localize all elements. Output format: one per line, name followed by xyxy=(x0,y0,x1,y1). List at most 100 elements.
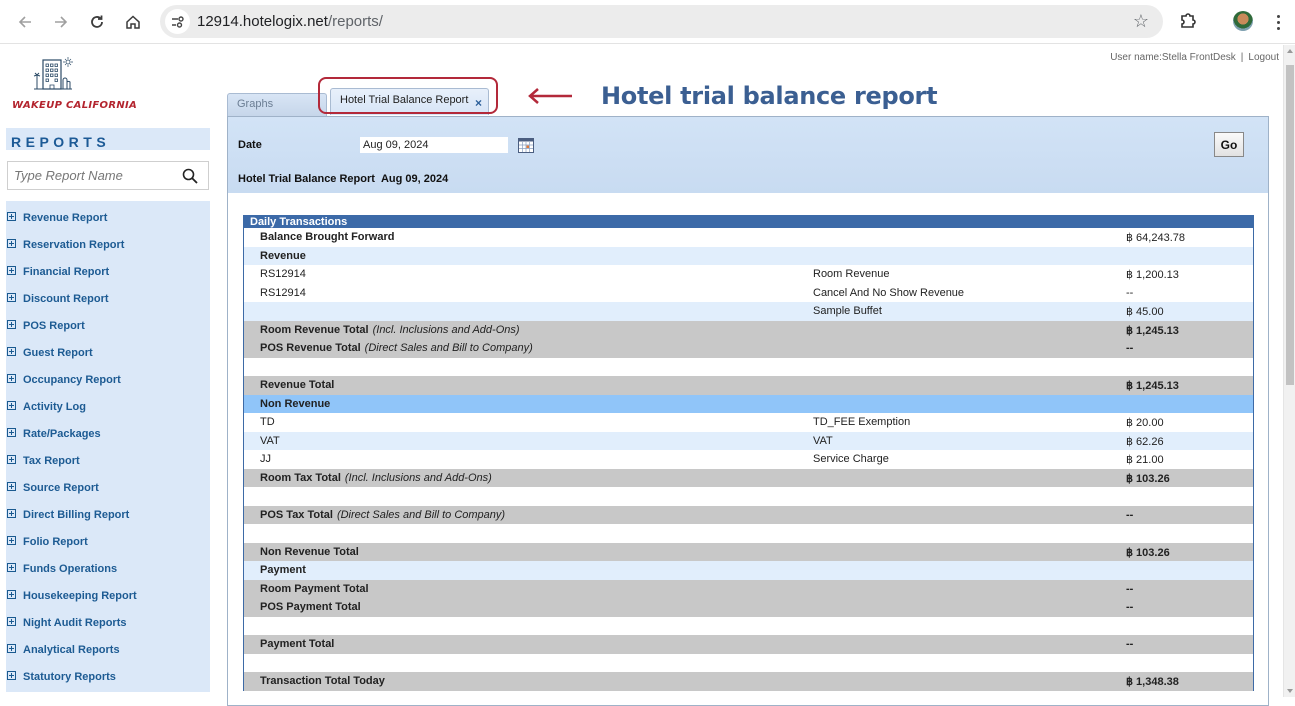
sidebar-item-revenue-report[interactable]: Revenue Report xyxy=(6,204,210,231)
row-label-text: Room Payment Total xyxy=(260,582,369,595)
report-panel: Date Go Hotel Trial Balance Report Aug 09… xyxy=(227,116,1269,706)
user-info: User name:Stella FrontDesk | Logout xyxy=(1110,52,1279,63)
home-button[interactable] xyxy=(121,10,145,34)
report-search-input[interactable] xyxy=(8,162,168,189)
sidebar-item-occupancy-report[interactable]: Occupancy Report xyxy=(6,366,210,393)
table-row: Balance Brought Forward ฿ 64,243.78 xyxy=(244,228,1253,247)
row-label-text: RS12914 xyxy=(260,286,306,299)
sidebar-item-source-report[interactable]: Source Report xyxy=(6,474,210,501)
sidebar-item-rate-packages[interactable]: Rate/Packages xyxy=(6,420,210,447)
scrollbar-thumb[interactable] xyxy=(1286,65,1294,385)
row-description: Room Revenue xyxy=(813,268,890,280)
profile-avatar[interactable] xyxy=(1233,11,1253,31)
table-row: Payment Total -- xyxy=(244,635,1253,654)
row-amount: -- xyxy=(1126,286,1134,299)
row-label: POS Payment Total xyxy=(260,601,361,613)
sidebar-item-discount-report[interactable]: Discount Report xyxy=(6,285,210,312)
sidebar-item-night-audit-reports[interactable]: Night Audit Reports xyxy=(6,609,210,636)
row-amount: ฿ 1,245.13 xyxy=(1126,324,1179,337)
sidebar-item-guest-report[interactable]: Guest Report xyxy=(6,339,210,366)
url-host: 12914.hotelogix.net xyxy=(197,13,328,30)
row-label: Room Revenue Total (Incl. Inclusions and … xyxy=(260,324,520,336)
sidebar-item-statutory-reports[interactable]: Statutory Reports xyxy=(6,663,210,690)
tab-graphs[interactable]: Graphs xyxy=(227,93,327,116)
row-amount: ฿ 103.26 xyxy=(1126,472,1170,485)
home-icon xyxy=(126,15,140,29)
sidebar-item-label: Activity Log xyxy=(23,400,86,413)
extensions-puzzle-icon[interactable] xyxy=(1178,11,1198,31)
expand-plus-icon xyxy=(7,536,16,545)
sidebar-item-label: POS Report xyxy=(23,319,85,332)
scroll-up-icon[interactable] xyxy=(1287,49,1293,53)
row-amount: -- xyxy=(1126,342,1134,354)
site-info-button[interactable] xyxy=(165,9,190,34)
calendar-icon[interactable] xyxy=(518,137,534,153)
row-label-text: POS Payment Total xyxy=(260,601,361,613)
reload-button[interactable] xyxy=(85,10,109,34)
table-row: Room Revenue Total (Incl. Inclusions and … xyxy=(244,320,1253,339)
scroll-down-icon[interactable] xyxy=(1287,689,1293,693)
sidebar-item-financial-report[interactable]: Financial Report xyxy=(6,258,210,285)
row-label: JJ xyxy=(260,453,271,465)
brand-name: WAKEUP CALIFORNIA xyxy=(12,100,138,111)
row-note: (Direct Sales and Bill to Company) xyxy=(364,342,533,354)
sidebar-item-direct-billing-report[interactable]: Direct Billing Report xyxy=(6,501,210,528)
row-label-text: Non Revenue xyxy=(260,397,331,410)
vertical-scrollbar[interactable] xyxy=(1283,45,1295,697)
sidebar-item-label: Revenue Report xyxy=(23,211,108,224)
row-label: Non Revenue xyxy=(260,398,330,410)
sidebar-item-tax-report[interactable]: Tax Report xyxy=(6,447,210,474)
sidebar-item-label: Occupancy Report xyxy=(23,373,121,386)
table-row xyxy=(244,357,1253,376)
row-label: POS Revenue Total (Direct Sales and Bill … xyxy=(260,342,533,354)
url-path: /reports/ xyxy=(327,13,383,30)
row-amount: ฿ 1,348.38 xyxy=(1126,676,1179,688)
sidebar-item-label: Rate/Packages xyxy=(23,427,101,440)
expand-plus-icon xyxy=(7,266,16,275)
row-label-text: POS Tax Total xyxy=(260,508,333,521)
bookmark-star-icon[interactable]: ☆ xyxy=(1133,11,1149,32)
row-label: Room Payment Total xyxy=(260,583,369,595)
row-amount: ฿ 103.26 xyxy=(1126,546,1170,559)
sidebar-item-activity-log[interactable]: Activity Log xyxy=(6,393,210,420)
table-row: Transaction Total Today ฿ 1,348.38 xyxy=(244,672,1253,691)
row-label-text: Payment Total xyxy=(260,638,335,650)
address-bar[interactable]: 12914.hotelogix.net/reports/ ☆ xyxy=(160,5,1163,38)
browser-menu-icon[interactable] xyxy=(1270,10,1286,34)
expand-plus-icon xyxy=(7,509,16,518)
search-icon[interactable] xyxy=(182,168,198,184)
sidebar-item-label: Housekeeping Report xyxy=(23,589,137,602)
row-amount: -- xyxy=(1126,508,1134,521)
sidebar-item-label: Direct Billing Report xyxy=(23,508,130,521)
separator: | xyxy=(1240,52,1244,63)
table-row: Payment xyxy=(244,561,1253,580)
date-input[interactable] xyxy=(360,137,508,153)
browser-toolbar: 12914.hotelogix.net/reports/ ☆ xyxy=(0,0,1295,44)
go-button[interactable]: Go xyxy=(1214,132,1244,157)
sidebar-item-analytical-reports[interactable]: Analytical Reports xyxy=(6,636,210,663)
expand-plus-icon xyxy=(7,320,16,329)
sidebar-item-funds-operations[interactable]: Funds Operations xyxy=(6,555,210,582)
row-label-text: TD xyxy=(260,416,275,428)
sidebar-item-pos-report[interactable]: POS Report xyxy=(6,312,210,339)
table-row: Revenue Total ฿ 1,245.13 xyxy=(244,376,1253,395)
expand-plus-icon xyxy=(7,401,16,410)
table-row: JJ Service Charge ฿ 21.00 xyxy=(244,450,1253,469)
arrow-left-icon xyxy=(18,16,31,28)
sidebar-item-label: Discount Report xyxy=(23,292,109,305)
sidebar-item-label: Funds Operations xyxy=(23,562,118,575)
row-label: TD xyxy=(260,416,275,428)
back-button[interactable] xyxy=(13,10,37,34)
row-amount: ฿ 64,243.78 xyxy=(1126,232,1185,244)
table-row: POS Tax Total (Direct Sales and Bill to C… xyxy=(244,505,1253,524)
row-label: Revenue Total xyxy=(260,379,334,391)
sidebar-item-folio-report[interactable]: Folio Report xyxy=(6,528,210,555)
forward-button[interactable] xyxy=(49,10,73,34)
row-description: TD_FEE Exemption xyxy=(813,416,911,428)
logout-link[interactable]: Logout xyxy=(1248,52,1279,63)
sidebar-item-reservation-report[interactable]: Reservation Report xyxy=(6,231,210,258)
row-amount: ฿ 45.00 xyxy=(1126,306,1164,318)
sidebar-item-housekeeping-report[interactable]: Housekeeping Report xyxy=(6,582,210,609)
report-title: Hotel Trial Balance Report Aug 09, 2024 xyxy=(238,173,448,185)
row-label-text: Non Revenue Total xyxy=(260,545,359,558)
